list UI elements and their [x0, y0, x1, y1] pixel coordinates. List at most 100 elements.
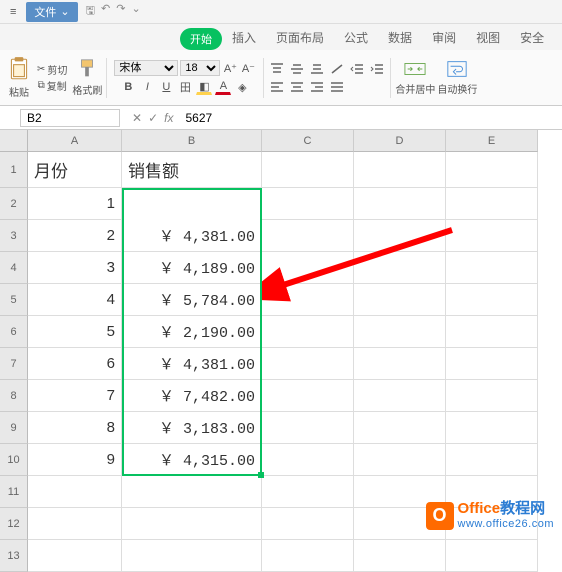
cell[interactable]: ￥ 5,784.00 — [122, 284, 262, 316]
fx-icon[interactable]: fx — [164, 111, 173, 125]
cell[interactable]: 6 — [28, 348, 122, 380]
qat-save-icon[interactable]: 🖫 — [86, 2, 95, 21]
row-header[interactable]: 4 — [0, 252, 28, 284]
font-color-button[interactable]: A — [215, 79, 231, 95]
cell[interactable] — [446, 316, 538, 348]
cell[interactable] — [262, 152, 354, 188]
cell[interactable] — [354, 152, 446, 188]
cell[interactable] — [354, 348, 446, 380]
cell[interactable] — [446, 220, 538, 252]
cell[interactable] — [262, 348, 354, 380]
cell[interactable] — [262, 380, 354, 412]
cell[interactable] — [262, 188, 354, 220]
cell[interactable] — [446, 444, 538, 476]
row-header[interactable]: 2 — [0, 188, 28, 220]
row-header[interactable]: 5 — [0, 284, 28, 316]
fill-handle[interactable] — [258, 472, 264, 478]
clear-format-button[interactable]: ◈ — [234, 79, 250, 95]
cell[interactable] — [446, 252, 538, 284]
cell[interactable]: ￥ 3,183.00 — [122, 412, 262, 444]
cell[interactable] — [446, 348, 538, 380]
cell[interactable] — [122, 476, 262, 508]
qat-redo-icon[interactable]: ↷ — [116, 2, 125, 21]
col-header[interactable]: A — [28, 130, 122, 152]
increase-font-icon[interactable]: A⁺ — [222, 60, 238, 76]
cell[interactable] — [122, 508, 262, 540]
cell[interactable] — [28, 476, 122, 508]
cell[interactable] — [354, 316, 446, 348]
row-header[interactable]: 8 — [0, 380, 28, 412]
border-button[interactable]: 田 — [177, 79, 193, 95]
format-painter-button[interactable]: 格式刷 — [72, 58, 102, 97]
decrease-font-icon[interactable]: A⁻ — [240, 60, 256, 76]
cell[interactable] — [446, 540, 538, 572]
formula-input[interactable]: 5627 — [179, 111, 562, 125]
align-left-icon[interactable] — [268, 79, 286, 95]
cell[interactable]: ￥ 7,482.00 — [122, 380, 262, 412]
tab-review[interactable]: 审阅 — [422, 25, 466, 50]
row-header[interactable]: 12 — [0, 508, 28, 540]
font-size-select[interactable]: 18 — [180, 60, 220, 76]
orientation-icon[interactable] — [328, 61, 346, 77]
cell[interactable] — [354, 220, 446, 252]
cell[interactable]: 9 — [28, 444, 122, 476]
cell[interactable]: 4 — [28, 284, 122, 316]
cell[interactable]: 2 — [28, 220, 122, 252]
cut-button[interactable]: ✂ 剪切 — [37, 62, 67, 77]
cell[interactable]: ￥ 4,381.00 — [122, 220, 262, 252]
tab-page-layout[interactable]: 页面布局 — [266, 25, 334, 50]
file-menu-button[interactable]: 文件 ⌄ — [26, 2, 77, 22]
cell[interactable] — [446, 152, 538, 188]
row-header[interactable]: 7 — [0, 348, 28, 380]
col-header[interactable]: B — [122, 130, 262, 152]
font-name-select[interactable]: 宋体 — [114, 60, 178, 76]
col-header[interactable]: D — [354, 130, 446, 152]
merge-center-button[interactable]: 合并居中 — [395, 59, 435, 96]
row-header[interactable]: 11 — [0, 476, 28, 508]
decrease-indent-icon[interactable] — [348, 61, 366, 77]
cell[interactable] — [28, 540, 122, 572]
cell[interactable] — [446, 412, 538, 444]
cell-a1[interactable]: 月份 — [28, 152, 122, 188]
tab-security[interactable]: 安全 — [510, 25, 554, 50]
cell[interactable] — [446, 188, 538, 220]
cell[interactable] — [354, 252, 446, 284]
cell[interactable] — [122, 540, 262, 572]
cell-b1[interactable]: 销售额 — [122, 152, 262, 188]
cell[interactable] — [262, 540, 354, 572]
name-box[interactable] — [20, 109, 120, 127]
cell[interactable]: ￥ 4,315.00 — [122, 444, 262, 476]
italic-button[interactable]: I — [139, 79, 155, 95]
cell[interactable]: 3 — [28, 252, 122, 284]
cell[interactable]: 7 — [28, 380, 122, 412]
tab-insert[interactable]: 插入 — [222, 25, 266, 50]
cell[interactable] — [354, 380, 446, 412]
row-header[interactable]: 9 — [0, 412, 28, 444]
align-bottom-icon[interactable] — [308, 61, 326, 77]
align-top-icon[interactable] — [268, 61, 286, 77]
tab-home[interactable]: 开始 — [180, 28, 222, 50]
cell[interactable] — [354, 444, 446, 476]
col-header[interactable]: E — [446, 130, 538, 152]
paste-button[interactable]: 粘贴 — [6, 56, 32, 99]
cell[interactable] — [262, 284, 354, 316]
app-menu-button[interactable]: ≡ — [4, 6, 22, 18]
bold-button[interactable]: B — [120, 79, 136, 95]
align-right-icon[interactable] — [308, 79, 326, 95]
qat-more-icon[interactable]: ⌄ — [131, 2, 140, 21]
cell[interactable] — [262, 508, 354, 540]
cell[interactable] — [446, 380, 538, 412]
cell[interactable] — [262, 412, 354, 444]
cell[interactable] — [446, 284, 538, 316]
tab-formula[interactable]: 公式 — [334, 25, 378, 50]
row-header[interactable]: 3 — [0, 220, 28, 252]
cell[interactable] — [262, 316, 354, 348]
cell[interactable] — [354, 540, 446, 572]
cell[interactable]: 5 — [28, 316, 122, 348]
row-header[interactable]: 1 — [0, 152, 28, 188]
select-all-corner[interactable] — [0, 130, 28, 152]
row-header[interactable]: 6 — [0, 316, 28, 348]
cell[interactable] — [354, 412, 446, 444]
fill-color-button[interactable]: ◧ — [196, 79, 212, 95]
cell[interactable] — [262, 444, 354, 476]
